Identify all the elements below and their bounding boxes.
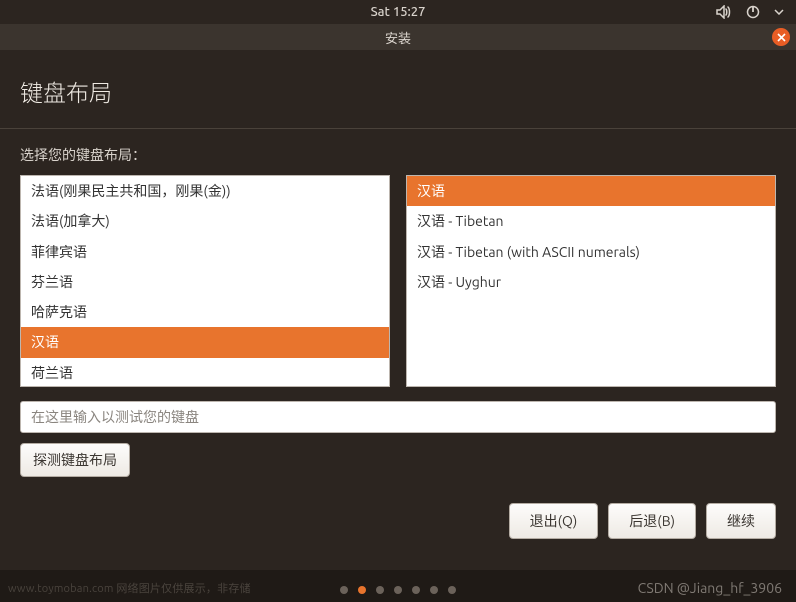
list-item[interactable]: 汉语 - Tibetan (with ASCII numerals) [407, 237, 775, 267]
close-button[interactable] [772, 28, 790, 46]
language-list[interactable]: 法语(刚果民主共和国，刚果(金))法语(加拿大)菲律宾语芬兰语哈萨克语汉语荷兰语… [20, 175, 390, 387]
system-top-bar: Sat 15:27 [0, 0, 796, 24]
back-button[interactable]: 后退(B) [608, 503, 696, 539]
keyboard-test-input[interactable] [20, 401, 776, 433]
list-item[interactable]: 汉语 - Uyghur [407, 267, 775, 297]
progress-dots [340, 586, 456, 594]
watermark-left: www.toymoban.com 网络图片仅供展示，非存储 [8, 580, 251, 596]
progress-dot [448, 586, 456, 594]
footer-buttons: 退出(Q) 后退(B) 继续 [0, 489, 796, 555]
progress-dot [358, 586, 366, 594]
continue-button[interactable]: 继续 [706, 503, 776, 539]
list-item[interactable]: 法语(加拿大) [21, 206, 389, 236]
clock: Sat 15:27 [371, 5, 426, 19]
progress-dot [340, 586, 348, 594]
list-item[interactable]: 法语(刚果民主共和国，刚果(金)) [21, 176, 389, 206]
quit-button[interactable]: 退出(Q) [509, 503, 599, 539]
window-title-bar: 安装 [0, 24, 796, 50]
page-header: 键盘布局 [0, 50, 796, 129]
watermark-right: CSDN @Jiang_hf_3906 [638, 580, 782, 596]
variant-list[interactable]: 汉语汉语 - Tibetan汉语 - Tibetan (with ASCII n… [406, 175, 776, 387]
page-title: 键盘布局 [20, 81, 112, 106]
list-item[interactable]: 汉语 [21, 327, 389, 357]
system-tray [716, 5, 784, 19]
chevron-down-icon[interactable] [774, 9, 784, 15]
progress-dot [394, 586, 402, 594]
progress-dot [412, 586, 420, 594]
layout-lists: 法语(刚果民主共和国，刚果(金))法语(加拿大)菲律宾语芬兰语哈萨克语汉语荷兰语… [20, 175, 776, 387]
list-item[interactable]: 芬兰语 [21, 267, 389, 297]
window-title: 安装 [385, 28, 411, 47]
power-icon[interactable] [746, 5, 760, 19]
progress-dot [376, 586, 384, 594]
prompt-label: 选择您的键盘布局： [20, 145, 776, 165]
detect-layout-button[interactable]: 探测键盘布局 [20, 443, 130, 477]
list-item[interactable]: 荷兰语 [21, 358, 389, 387]
list-item[interactable]: 菲律宾语 [21, 237, 389, 267]
list-item[interactable]: 哈萨克语 [21, 297, 389, 327]
list-item[interactable]: 汉语 - Tibetan [407, 206, 775, 236]
volume-icon[interactable] [716, 5, 732, 19]
list-item[interactable]: 汉语 [407, 176, 775, 206]
content-area: 选择您的键盘布局： 法语(刚果民主共和国，刚果(金))法语(加拿大)菲律宾语芬兰… [0, 129, 796, 489]
progress-dot [430, 586, 438, 594]
